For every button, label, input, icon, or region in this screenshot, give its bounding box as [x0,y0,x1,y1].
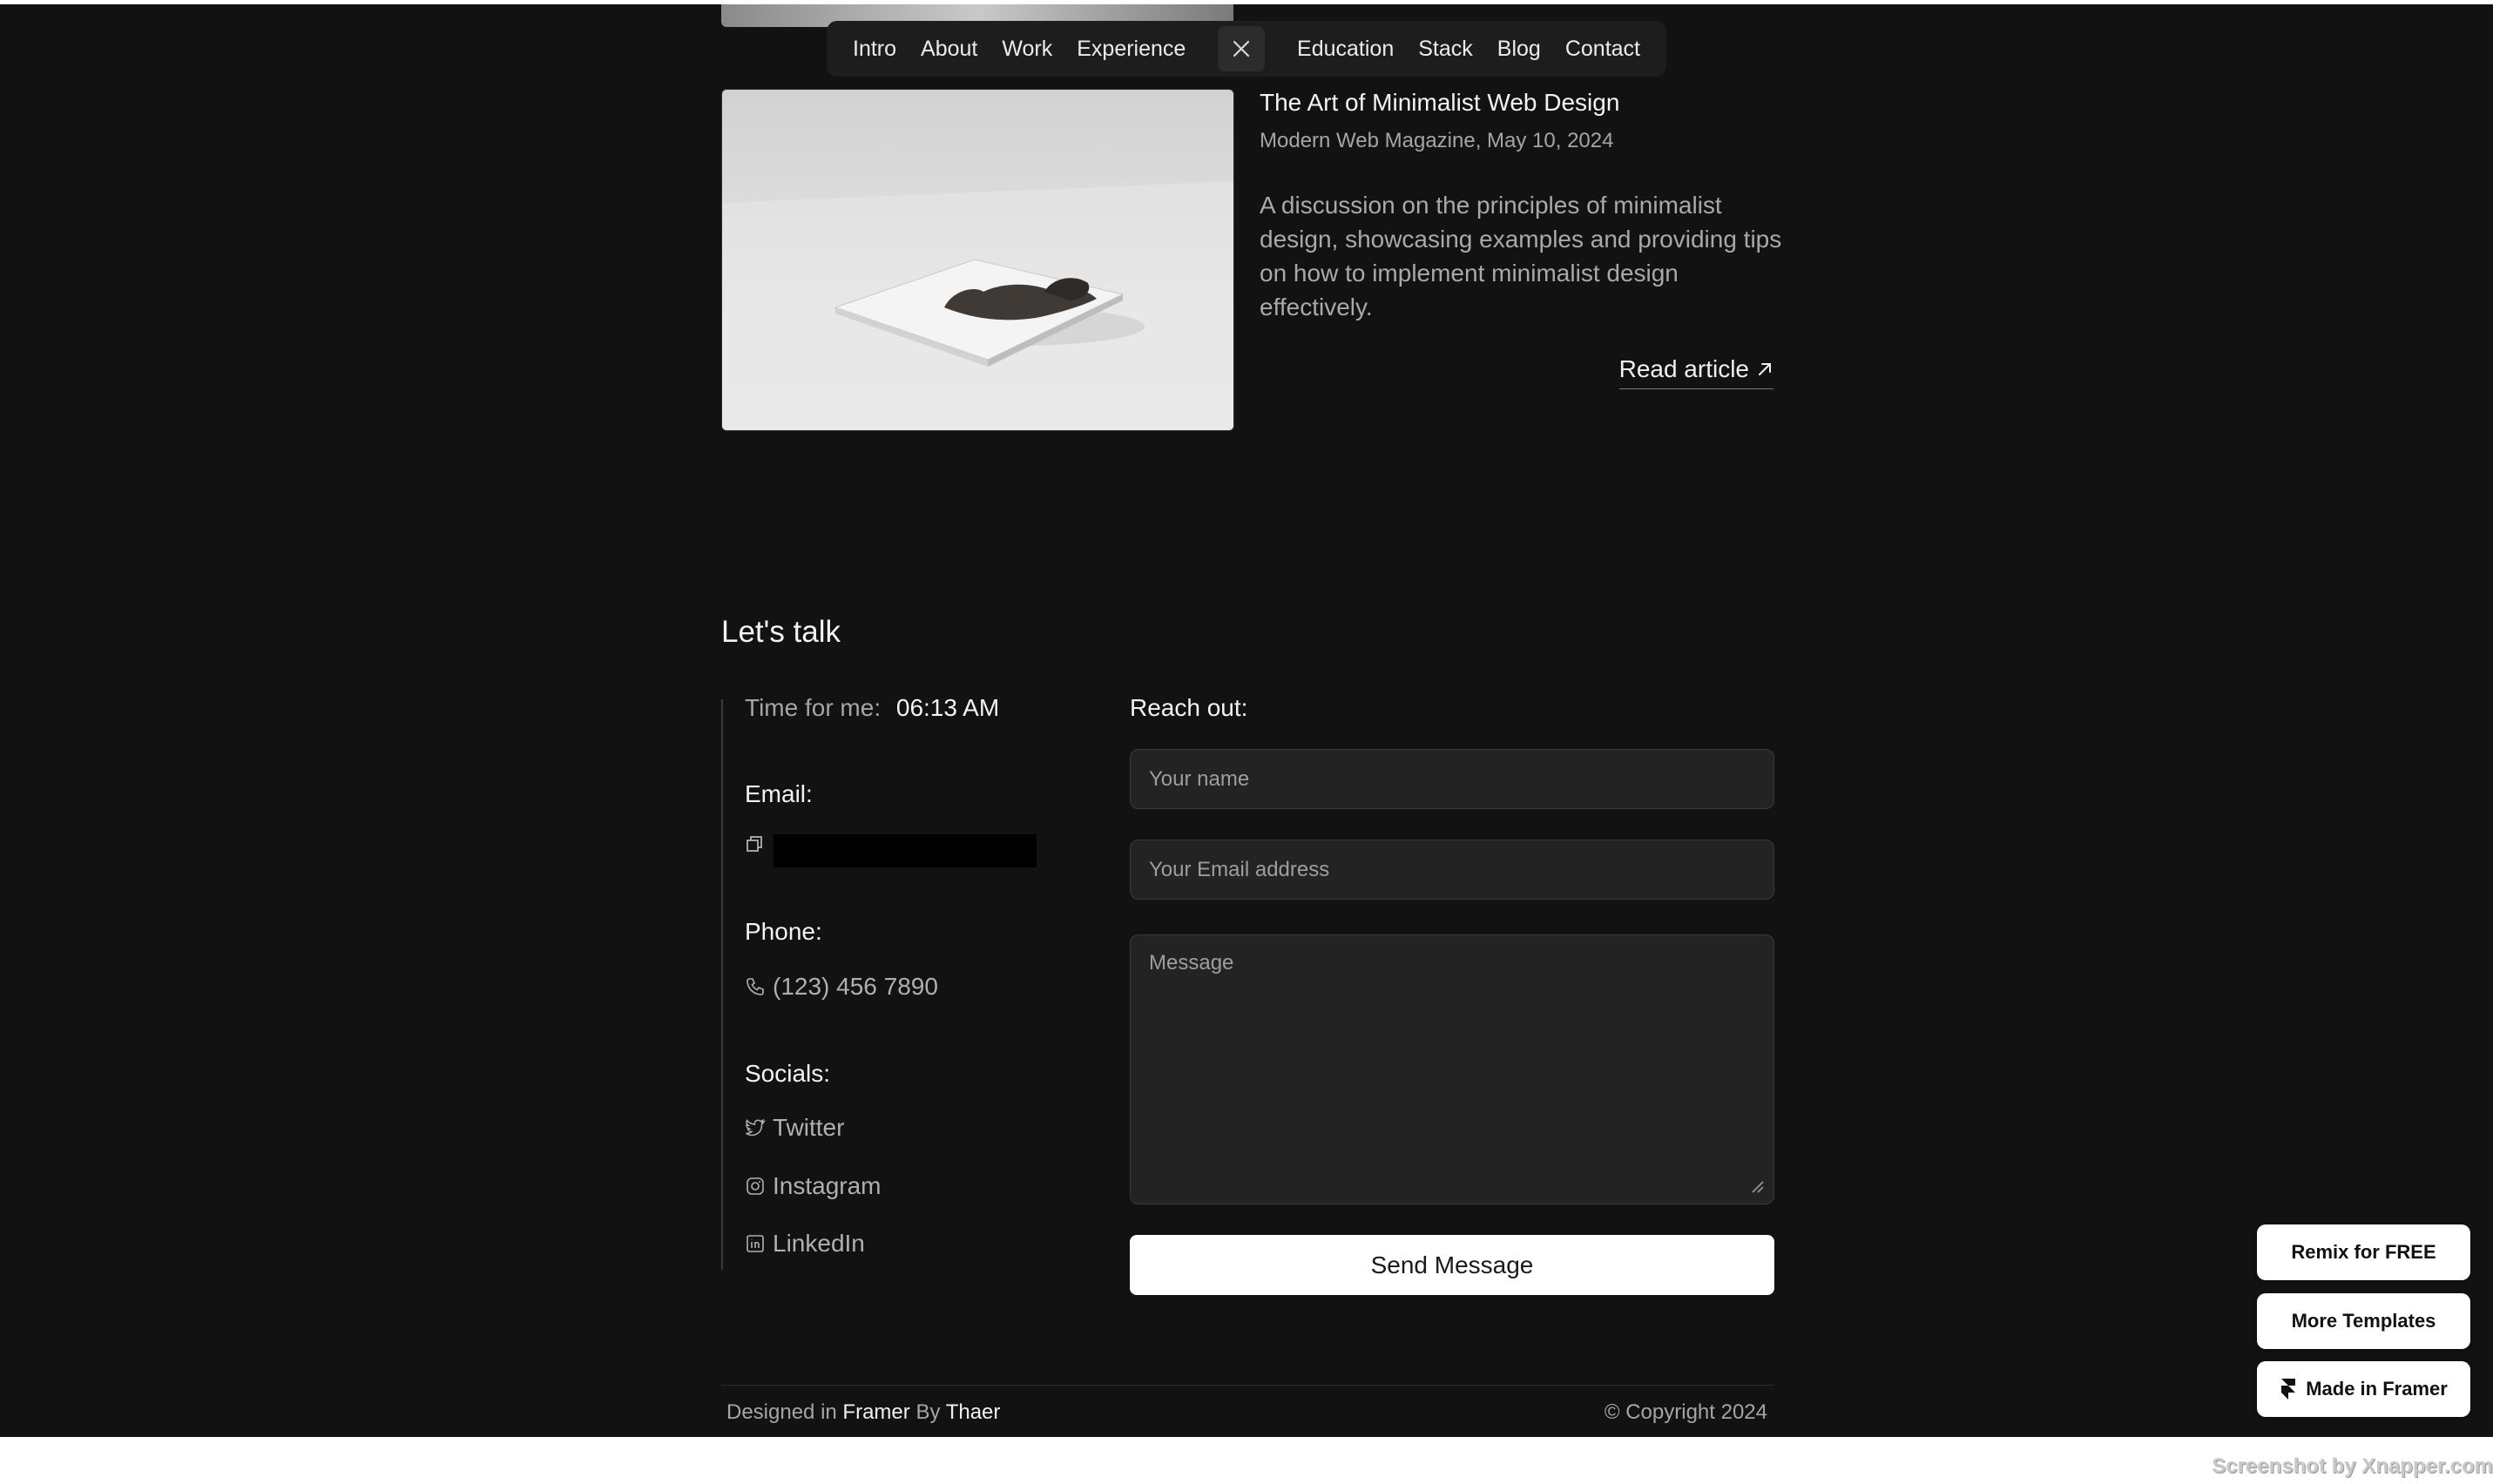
email-label: Email: [745,780,813,807]
footer-copyright: © Copyright 2024 [1604,1400,1767,1424]
article-image[interactable] [721,89,1234,431]
screenshot-watermark: Screenshot by Xnapper.com [2212,1454,2493,1478]
more-templates-button[interactable]: More Templates [2257,1293,2470,1349]
read-article-label: Read article [1618,355,1749,382]
footer-divider [721,1385,1774,1386]
social-label-linkedin: LinkedIn [773,1230,865,1257]
social-link-linkedin[interactable]: LinkedIn [745,1230,865,1258]
contact-heading: Let's talk [721,615,841,649]
page: Intro About Work Experience Education St… [0,4,2493,1437]
footer-framer-link[interactable]: Framer [842,1400,909,1424]
local-time: Time for me: 06:13 AM [745,694,999,722]
remix-for-free-button[interactable]: Remix for FREE [2257,1224,2470,1280]
phone-number: (123) 456 7890 [773,973,938,1000]
close-icon [1233,40,1250,57]
nav-group-right: Education Stack Blog Contact [1297,37,1640,62]
social-link-instagram[interactable]: Instagram [745,1172,882,1200]
social-label-twitter: Twitter [773,1114,845,1141]
article-meta: Modern Web Magazine, May 10, 2024 [1260,129,1614,152]
nav-link-about[interactable]: About [921,37,977,62]
twitter-icon [746,1118,766,1137]
footer-designed-in: Designed in [726,1400,837,1424]
send-message-button[interactable]: Send Message [1130,1235,1774,1295]
article-title[interactable]: The Art of Minimalist Web Design [1260,89,1619,117]
copy-icon[interactable] [745,834,764,853]
top-navigation: Intro About Work Experience Education St… [827,21,1666,77]
time-label: Time for me: [745,694,882,721]
social-link-twitter[interactable]: Twitter [745,1114,844,1142]
templates-label: More Templates [2291,1310,2436,1332]
nav-link-education[interactable]: Education [1297,37,1394,62]
phone-icon [747,978,764,995]
footer-author-link[interactable]: Thaer [946,1400,1001,1424]
instagram-icon [747,1177,764,1195]
email-redacted [774,834,1037,867]
phone-row[interactable]: (123) 456 7890 [745,973,938,1001]
made-in-framer-button[interactable]: Made in Framer [2257,1361,2470,1417]
article-description: A discussion on the principles of minima… [1260,192,1782,320]
nav-link-contact[interactable]: Contact [1565,37,1640,62]
email-row[interactable] [745,834,764,853]
time-value: 06:13 AM [895,694,1000,721]
made-in-label: Made in Framer [2306,1378,2448,1400]
nav-close-button[interactable] [1218,26,1266,71]
phone-label: Phone: [745,918,822,945]
nav-group-left: Intro About Work Experience [853,37,1186,62]
name-input[interactable] [1130,749,1774,809]
email-input[interactable] [1130,840,1774,900]
footer-credit: Designed in Framer By Thaer [726,1400,1000,1425]
nav-link-blog[interactable]: Blog [1497,37,1541,62]
contact-divider [721,699,723,1270]
framer-logo-icon [2281,1379,2296,1400]
nav-link-experience[interactable]: Experience [1077,37,1186,62]
social-label-instagram: Instagram [773,1172,882,1199]
form-heading: Reach out: [1130,694,1248,721]
read-article-link[interactable]: Read article [1618,355,1773,389]
message-textarea[interactable] [1130,934,1774,1204]
nav-link-work[interactable]: Work [1002,37,1052,62]
nav-link-intro[interactable]: Intro [853,37,896,62]
resize-grip-icon[interactable] [1749,1178,1765,1194]
magazine-illustration [722,181,1233,430]
footer-by: By [915,1400,941,1424]
arrow-up-right-icon [1759,363,1771,375]
remix-label: Remix for FREE [2291,1241,2436,1263]
linkedin-icon [747,1235,764,1252]
socials-label: Socials: [745,1060,831,1087]
nav-link-stack[interactable]: Stack [1418,37,1473,62]
